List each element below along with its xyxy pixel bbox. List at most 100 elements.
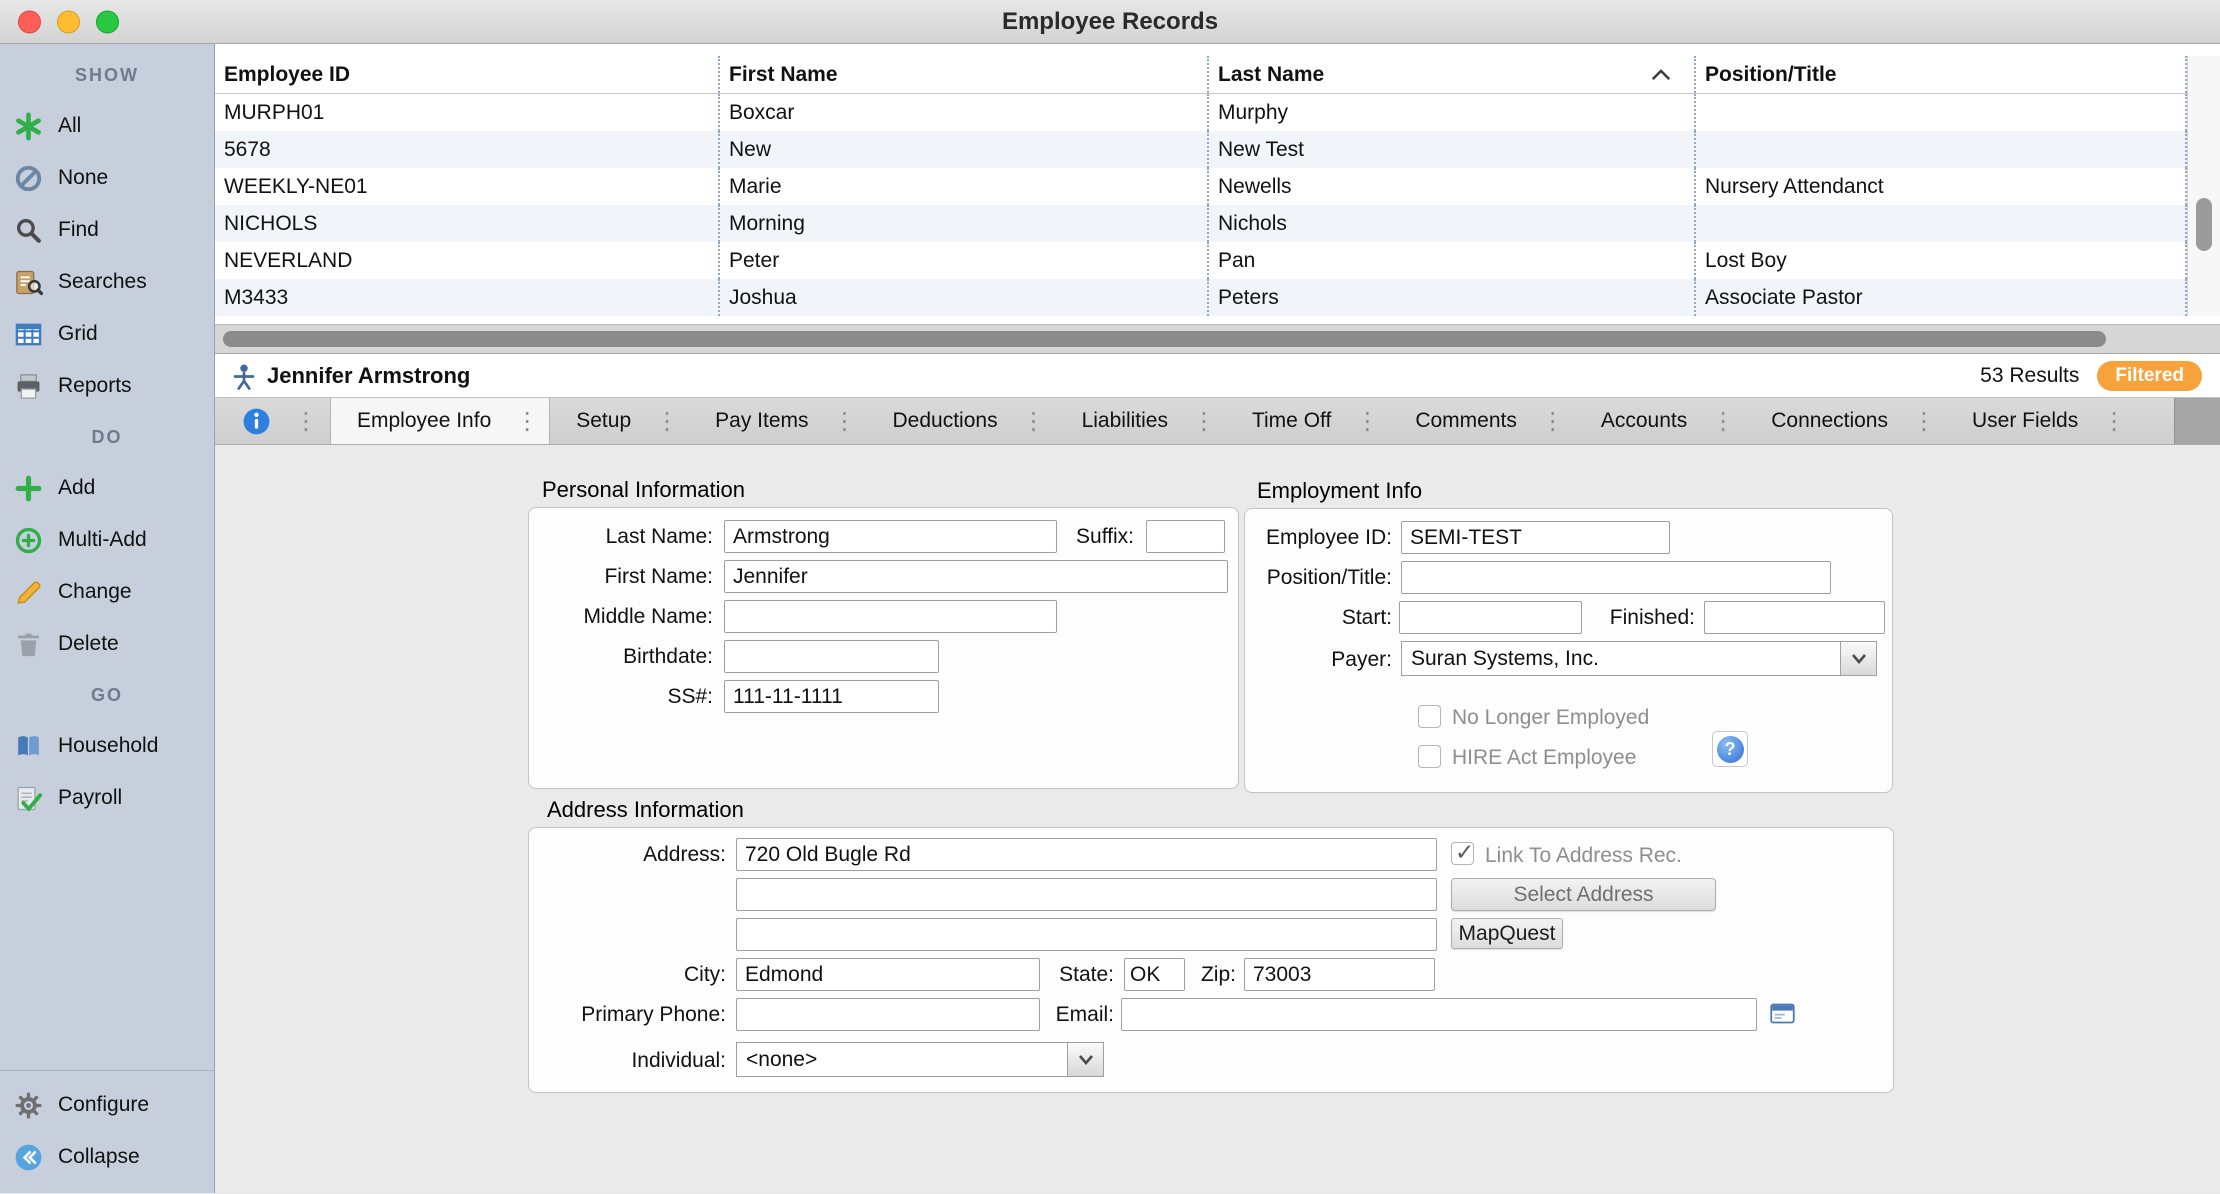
email-input[interactable]	[1121, 998, 1757, 1031]
sidebar-item-add[interactable]: Add	[0, 462, 214, 514]
sidebar-item-collapse[interactable]: Collapse	[0, 1131, 214, 1183]
tab-pay-items[interactable]: Pay Items⋮	[689, 398, 866, 444]
ssn-input[interactable]	[724, 680, 939, 713]
grid-icon	[13, 319, 44, 350]
employee-id-input[interactable]	[1401, 521, 1670, 554]
table-row[interactable]: NEVERLAND Peter Pan Lost Boy	[215, 242, 2220, 279]
minimize-window-button[interactable]	[57, 10, 80, 33]
sidebar-item-label: Payroll	[58, 786, 122, 810]
sidebar-item-configure[interactable]: Configure	[0, 1079, 214, 1131]
sidebar-item-household[interactable]: Household	[0, 720, 214, 772]
link-to-address-checkbox[interactable]	[1451, 842, 1474, 865]
tab-deductions[interactable]: Deductions⋮	[867, 398, 1056, 444]
mapquest-button[interactable]: MapQuest	[1451, 918, 1563, 949]
finished-date-input[interactable]	[1704, 601, 1885, 634]
address-line2-input[interactable]	[736, 878, 1437, 911]
sidebar-item-all[interactable]: All	[0, 100, 214, 152]
city-input[interactable]	[736, 958, 1040, 991]
chevron-down-icon[interactable]	[1067, 1042, 1104, 1077]
sidebar-item-grid[interactable]: Grid	[0, 308, 214, 360]
sidebar-item-change[interactable]: Change	[0, 566, 214, 618]
tab-drag-handle[interactable]: ⋮	[631, 407, 689, 436]
tab-drag-handle[interactable]: ⋮	[1168, 407, 1226, 436]
column-header-position-title[interactable]: Position/Title	[1694, 56, 2187, 93]
close-window-button[interactable]	[18, 10, 41, 33]
main-area: Employee ID First Name Last Name Positio…	[215, 44, 2220, 1193]
tab-drag-handle[interactable]: ⋮	[809, 407, 867, 436]
hire-act-checkbox[interactable]	[1418, 745, 1441, 768]
table-header-row: Employee ID First Name Last Name Positio…	[215, 56, 2220, 94]
tab-user-fields[interactable]: User Fields⋮	[1946, 398, 2136, 444]
table-row[interactable]: 5678 New New Test	[215, 131, 2220, 168]
employment-info-title: Employment Info	[1257, 478, 1422, 504]
position-title-label: Position/Title:	[1245, 566, 1392, 590]
tab-employee-info[interactable]: Employee Info⋮	[330, 398, 550, 444]
column-header-employee-id[interactable]: Employee ID	[215, 56, 718, 93]
hire-act-help-button[interactable]: ?	[1712, 731, 1748, 767]
tab-drag-handle[interactable]: ⋮	[294, 407, 318, 436]
sidebar-item-reports[interactable]: Reports	[0, 360, 214, 412]
tab-setup[interactable]: Setup⋮	[550, 398, 689, 444]
primary-phone-input[interactable]	[736, 998, 1040, 1031]
chevron-down-icon[interactable]	[1840, 641, 1877, 676]
first-name-label: First Name:	[529, 565, 713, 589]
table-row[interactable]: M3433 Joshua Peters Associate Pastor	[215, 279, 2220, 316]
birthdate-input[interactable]	[724, 640, 939, 673]
filtered-badge[interactable]: Filtered	[2097, 361, 2202, 391]
zoom-window-button[interactable]	[96, 10, 119, 33]
tab-drag-handle[interactable]: ⋮	[1517, 407, 1575, 436]
tab-drag-handle[interactable]: ⋮	[1888, 407, 1946, 436]
no-longer-employed-checkbox[interactable]	[1418, 705, 1441, 728]
tab-overflow-area[interactable]	[2174, 398, 2220, 444]
tab-connections[interactable]: Connections⋮	[1745, 398, 1946, 444]
individual-select[interactable]: <none>	[736, 1042, 1104, 1077]
zip-input[interactable]	[1244, 958, 1435, 991]
column-header-first-name[interactable]: First Name	[718, 56, 1207, 93]
column-header-last-name[interactable]: Last Name	[1207, 56, 1694, 93]
position-title-input[interactable]	[1401, 561, 1831, 594]
info-icon[interactable]	[241, 406, 272, 437]
payer-select[interactable]: Suran Systems, Inc.	[1401, 641, 1877, 676]
tab-drag-handle[interactable]: ⋮	[491, 407, 549, 436]
table-row[interactable]: WEEKLY-NE01 Marie Newells Nursery Attend…	[215, 168, 2220, 205]
email-action-icon[interactable]	[1769, 1000, 1796, 1027]
sort-ascending-icon	[1650, 68, 1672, 82]
tab-drag-handle[interactable]: ⋮	[1331, 407, 1389, 436]
tab-drag-handle[interactable]: ⋮	[2078, 407, 2136, 436]
tab-drag-handle[interactable]: ⋮	[998, 407, 1056, 436]
suffix-input[interactable]	[1146, 520, 1225, 553]
hire-act-label: HIRE Act Employee	[1452, 746, 1636, 770]
magnifier-icon	[13, 215, 44, 246]
tab-time-off[interactable]: Time Off⋮	[1226, 398, 1389, 444]
sidebar-item-none[interactable]: None	[0, 152, 214, 204]
start-date-input[interactable]	[1399, 601, 1582, 634]
sidebar-item-searches[interactable]: Searches	[0, 256, 214, 308]
first-name-input[interactable]	[724, 560, 1228, 593]
select-address-button[interactable]: Select Address	[1451, 878, 1716, 911]
horizontal-scrollbar-thumb[interactable]	[223, 331, 2106, 347]
table-row[interactable]: NICHOLS Morning Nichols	[215, 205, 2220, 242]
address-line1-input[interactable]	[736, 838, 1437, 871]
middle-name-input[interactable]	[724, 600, 1057, 633]
sidebar-item-label: Reports	[58, 374, 132, 398]
city-label: City:	[529, 963, 726, 987]
sidebar-item-label: All	[58, 114, 81, 138]
address-line3-input[interactable]	[736, 918, 1437, 951]
tab-drag-handle[interactable]: ⋮	[1687, 407, 1745, 436]
horizontal-scrollbar[interactable]	[215, 324, 2220, 354]
vertical-scrollbar-thumb[interactable]	[2196, 198, 2212, 251]
tab-liabilities[interactable]: Liabilities⋮	[1056, 398, 1226, 444]
sidebar-item-delete[interactable]: Delete	[0, 618, 214, 670]
table-row[interactable]: MURPH01 Boxcar Murphy	[215, 94, 2220, 131]
sidebar-item-multi-add[interactable]: Multi-Add	[0, 514, 214, 566]
start-label: Start:	[1245, 606, 1392, 630]
vertical-scrollbar[interactable]	[2187, 56, 2220, 316]
sidebar-item-payroll[interactable]: Payroll	[0, 772, 214, 824]
tab-comments[interactable]: Comments⋮	[1389, 398, 1575, 444]
trash-icon	[13, 629, 44, 660]
sidebar-item-find[interactable]: Find	[0, 204, 214, 256]
printer-icon	[13, 371, 44, 402]
tab-accounts[interactable]: Accounts⋮	[1575, 398, 1745, 444]
check-ledger-icon	[13, 783, 44, 814]
table-bottom-gap	[215, 316, 2220, 324]
